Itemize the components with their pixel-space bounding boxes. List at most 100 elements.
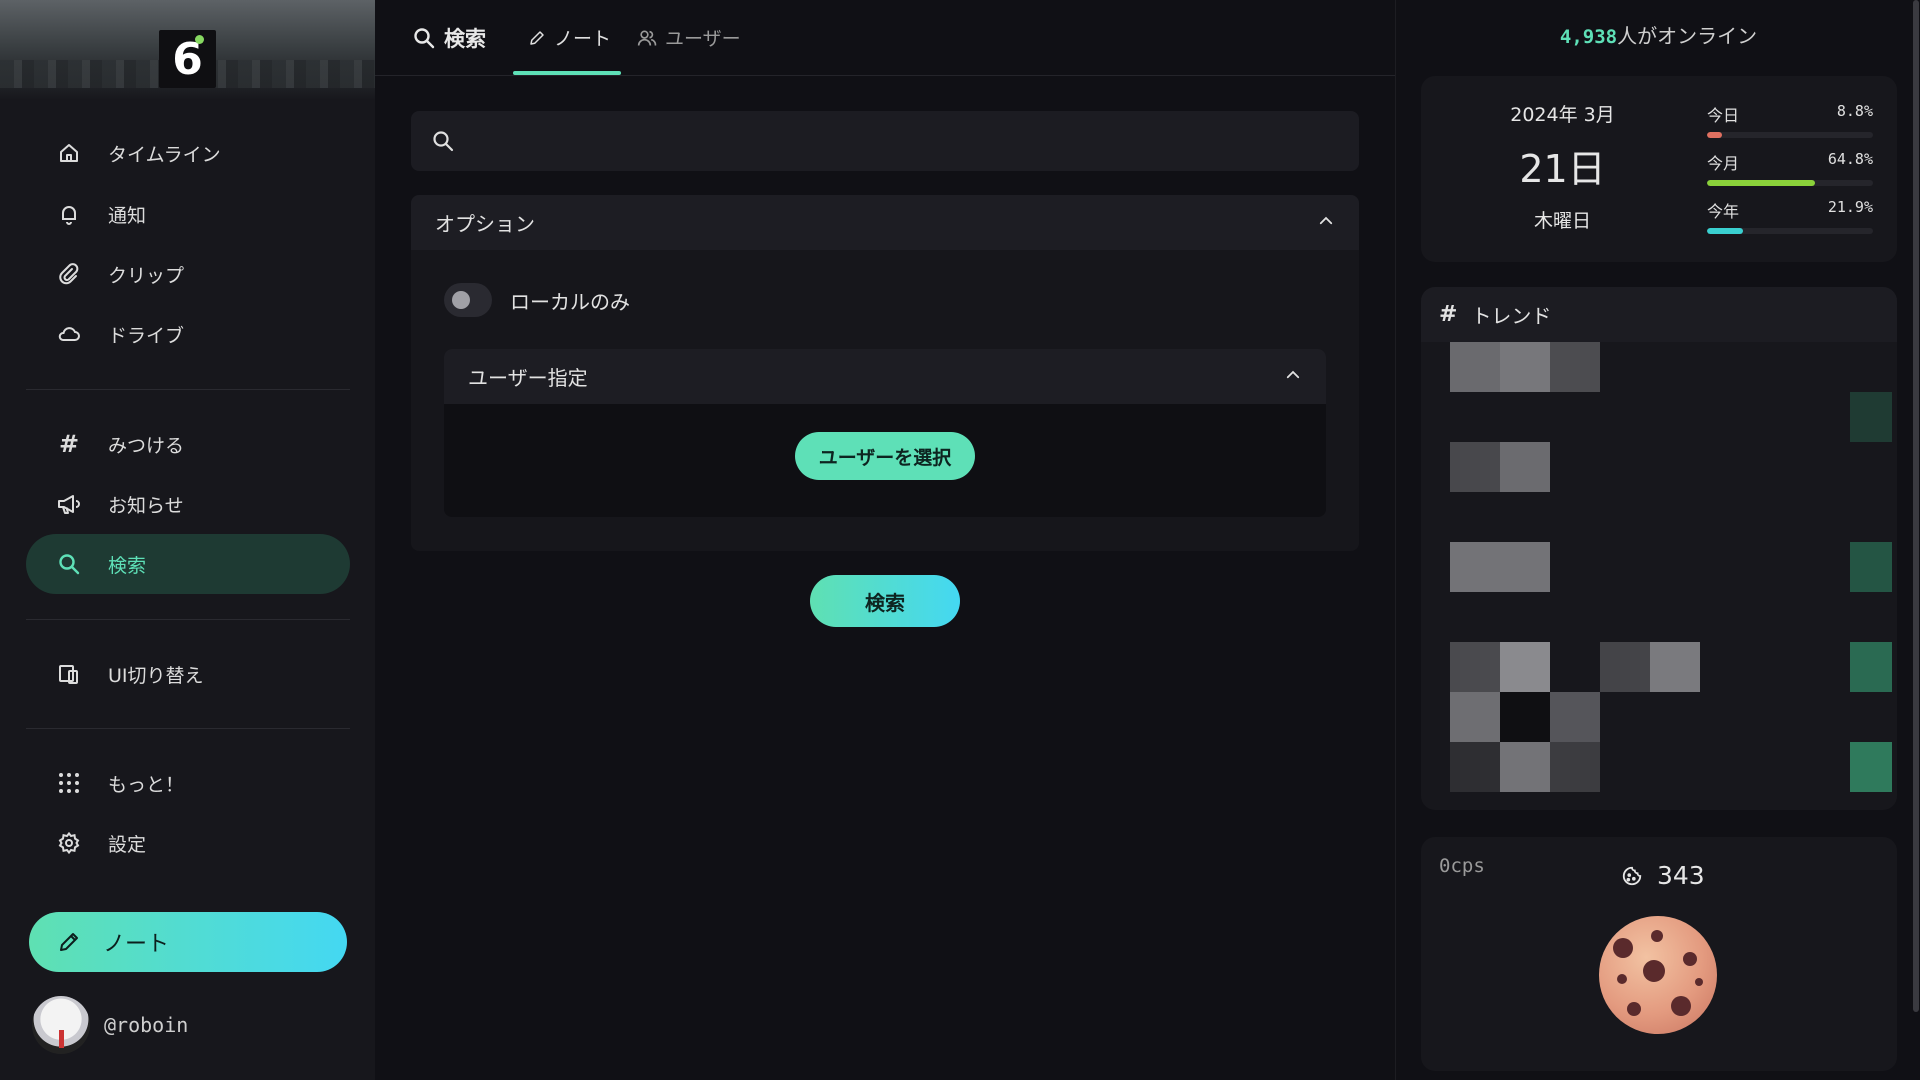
options-header[interactable]: オプション (411, 195, 1359, 250)
cookie-count: 343 (1621, 861, 1705, 890)
sidebar-item-timeline[interactable]: タイムライン (26, 123, 350, 183)
sidebar-item-clips[interactable]: クリップ (26, 244, 350, 304)
sidebar-item-announcements[interactable]: お知らせ (26, 474, 350, 534)
trend-chart-bar (1850, 642, 1892, 692)
page-header-tabs: 検索 ノート ユーザー (375, 0, 1395, 76)
pixelated-block (1500, 742, 1550, 792)
username: @roboin (104, 1013, 189, 1037)
trend-list-obscured (1421, 342, 1897, 810)
online-count: 4,938 (1559, 26, 1618, 48)
online-users-widget: 4,938人がオンライン (1396, 20, 1920, 49)
cookie-clicker-widget: 0cps 343 (1421, 837, 1897, 1071)
options-panel: オプション ローカルのみ ユーザー指定 ユーザーを選択 (411, 195, 1359, 551)
page-scrollbar[interactable] (1913, 0, 1919, 1012)
sidebar-item-notifications[interactable]: 通知 (26, 184, 350, 244)
sidebar-item-settings[interactable]: 設定 (26, 813, 350, 873)
sidebar-item-explore[interactable]: # みつける (26, 414, 350, 474)
sidebar-item-label: もっと！ (108, 773, 185, 796)
chocolate-chip (1643, 960, 1665, 982)
calendar-date: 2024年 3月 21日 木曜日 (1421, 76, 1704, 262)
sidebar-item-more[interactable]: もっと！ (26, 753, 350, 813)
trend-title: トレンド (1471, 304, 1552, 328)
select-user-button[interactable]: ユーザーを選択 (795, 432, 975, 480)
hashtag-icon: # (1439, 302, 1458, 327)
widgets-column: 4,938人がオンライン 2024年 3月 21日 木曜日 今日 8.8% 今月 6… (1395, 0, 1920, 1080)
stat-fill (1707, 132, 1722, 138)
chocolate-chip (1695, 978, 1703, 986)
chocolate-chip (1671, 996, 1691, 1016)
avatar (32, 996, 90, 1054)
cookie-button[interactable] (1599, 916, 1717, 1034)
active-tab-indicator (513, 71, 621, 75)
pixelated-block (1500, 542, 1550, 592)
search-icon (412, 26, 436, 50)
stat-label: 今月 (1707, 154, 1740, 173)
chevron-up-icon (1317, 211, 1335, 235)
devices-icon (54, 662, 84, 686)
sidebar-item-label: 検索 (108, 554, 147, 577)
stat-fill (1707, 180, 1815, 186)
stat-month: 今月 64.8% (1707, 150, 1873, 186)
trend-chart-bar (1850, 392, 1892, 442)
new-note-label: ノート (103, 932, 170, 957)
sidebar-item-search[interactable]: 検索 (26, 534, 350, 594)
sidebar-item-label: お知らせ (108, 494, 184, 517)
pixelated-block (1450, 642, 1500, 692)
local-only-toggle[interactable] (444, 283, 492, 317)
pixelated-block (1450, 742, 1500, 792)
cookie-icon (1621, 865, 1643, 887)
sidebar-divider (26, 619, 350, 620)
toggle-knob (452, 291, 470, 309)
cookies-per-second: 0cps (1439, 855, 1485, 877)
pixelated-block (1500, 342, 1550, 392)
stat-today: 今日 8.8% (1707, 102, 1873, 138)
sidebar-item-switch-ui[interactable]: UI切り替え (26, 644, 350, 704)
pixelated-block (1500, 642, 1550, 692)
chocolate-chip (1613, 938, 1633, 958)
sidebar-divider (26, 728, 350, 729)
tab-note-label: ノート (554, 28, 612, 50)
stat-track (1707, 228, 1873, 234)
paperclip-icon (54, 262, 84, 286)
pixelated-block (1550, 692, 1600, 742)
megaphone-icon (54, 492, 84, 516)
pixelated-block (1550, 742, 1600, 792)
calendar-widget: 2024年 3月 21日 木曜日 今日 8.8% 今月 64.8% 今年 21.9% (1421, 76, 1897, 262)
chocolate-chip (1683, 952, 1697, 966)
hashtag-icon: # (58, 430, 80, 458)
pixelated-block (1600, 642, 1650, 692)
trend-chart-bar (1850, 742, 1892, 792)
user-spec-header[interactable]: ユーザー指定 (444, 349, 1326, 404)
stat-label: 今年 (1707, 202, 1740, 221)
stat-track (1707, 132, 1873, 138)
sidebar-item-drive[interactable]: ドライブ (26, 304, 350, 364)
calendar-day: 21日 (1519, 147, 1606, 191)
tab-user[interactable]: ユーザー (637, 0, 741, 75)
instance-logo[interactable]: 6 (159, 30, 216, 88)
pixelated-block (1450, 442, 1500, 492)
bell-icon (54, 202, 84, 226)
sidebar-item-label: ドライブ (108, 324, 185, 347)
cookie-count-value: 343 (1657, 861, 1705, 890)
stat-value: 8.8% (1836, 102, 1873, 120)
tab-note[interactable]: ノート (528, 0, 611, 75)
page-title-label: 検索 (444, 26, 486, 51)
search-button[interactable]: 検索 (810, 575, 960, 627)
calendar-year-month: 2024年 3月 (1510, 104, 1615, 126)
stat-value: 21.9% (1827, 198, 1873, 216)
sidebar-item-label: みつける (108, 434, 185, 457)
calendar-weekday: 木曜日 (1533, 210, 1591, 232)
tab-user-label: ユーザー (665, 28, 741, 50)
sidebar-item-label: UI切り替え (108, 664, 204, 687)
sidebar-banner: 6 (0, 0, 375, 100)
pixelated-block (1450, 692, 1500, 742)
new-note-button[interactable]: ノート (29, 912, 347, 972)
trend-header: # トレンド (1421, 287, 1897, 342)
stat-track (1707, 180, 1873, 186)
local-only-row: ローカルのみ (444, 283, 630, 317)
options-title: オプション (435, 212, 535, 236)
chocolate-chip (1617, 974, 1627, 984)
stat-value: 64.8% (1827, 150, 1873, 168)
search-input[interactable] (467, 110, 1359, 172)
account-menu[interactable]: @roboin (32, 995, 188, 1055)
